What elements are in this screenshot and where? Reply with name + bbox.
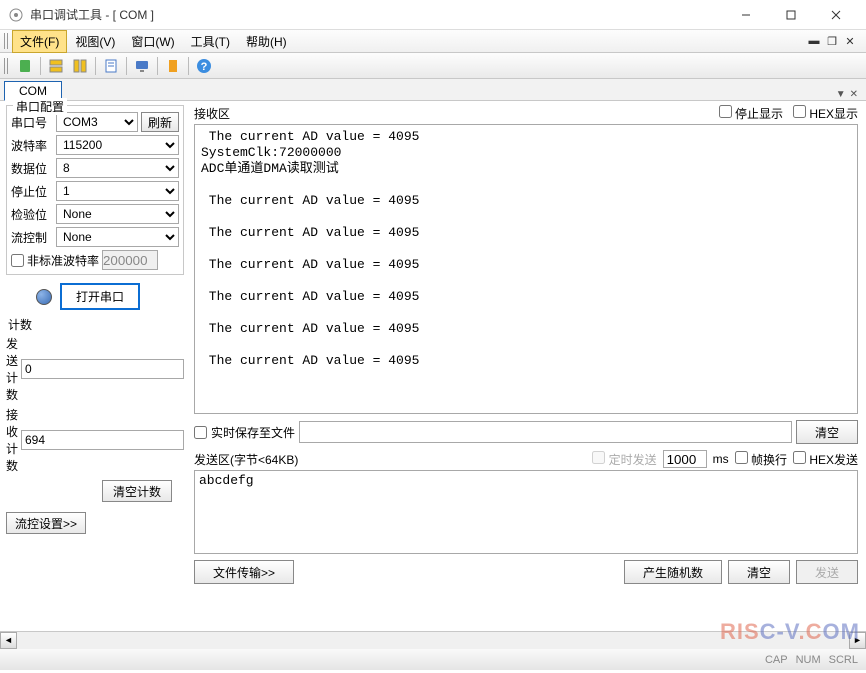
parity-select[interactable]: None <box>56 204 179 224</box>
tab-close-icon[interactable]: ✕ <box>850 89 858 100</box>
clear-recv-button[interactable]: 清空 <box>796 420 858 444</box>
watermark: RISC-V.COM <box>720 619 860 645</box>
serial-config-group: 串口配置 串口号 COM3 刷新 波特率 115200 数据位 8 停止位 1 … <box>6 105 184 275</box>
tab-dropdown-icon[interactable]: ▼ <box>836 89 846 100</box>
stopbits-label: 停止位 <box>11 183 53 200</box>
hex-send-checkbox[interactable] <box>793 451 806 464</box>
pause-display-checkbox[interactable] <box>719 105 732 118</box>
nonstd-baud-label: 非标准波特率 <box>27 252 99 269</box>
config-title: 串口配置 <box>13 98 67 115</box>
mdi-restore-button[interactable]: ❐ <box>824 34 840 48</box>
refresh-button[interactable]: 刷新 <box>141 112 179 132</box>
stopbits-select[interactable]: 1 <box>56 181 179 201</box>
timed-send-checkbox <box>592 451 605 464</box>
menu-view[interactable]: 视图(V) <box>67 30 123 53</box>
count-title: 计数 <box>8 316 184 333</box>
app-icon <box>8 7 24 23</box>
status-cap: CAP <box>765 654 788 666</box>
pause-display-label: 停止显示 <box>735 107 783 121</box>
send-textarea[interactable] <box>194 470 858 554</box>
status-num: NUM <box>796 654 821 666</box>
menubar-grip <box>4 33 10 49</box>
toolbar-monitor-icon[interactable] <box>131 55 153 77</box>
databits-select[interactable]: 8 <box>56 158 179 178</box>
hex-send-label: HEX发送 <box>809 453 858 467</box>
right-panel: 接收区 停止显示 HEX显示 The current AD value = 40… <box>190 101 866 631</box>
clear-count-button[interactable]: 清空计数 <box>102 480 172 502</box>
menu-window[interactable]: 窗口(W) <box>123 30 182 53</box>
open-port-button[interactable]: 打开串口 <box>60 283 140 310</box>
toolbar-doc-icon[interactable] <box>100 55 122 77</box>
title-bar: 串口调试工具 - [ COM ] <box>0 0 866 30</box>
port-label: 串口号 <box>11 114 53 131</box>
document-tab-row: COM ▼ ✕ <box>0 79 866 101</box>
mdi-close-button[interactable]: ✕ <box>842 34 858 48</box>
toolbar: ? <box>0 53 866 79</box>
menu-bar: 文件(F) 视图(V) 窗口(W) 工具(T) 帮助(H) ▬ ❐ ✕ <box>0 30 866 53</box>
toolbar-new-icon[interactable] <box>14 55 36 77</box>
interval-input[interactable] <box>663 450 707 468</box>
baud-label: 波特率 <box>11 137 53 154</box>
clear-send-button[interactable]: 清空 <box>728 560 790 584</box>
toolbar-grip <box>4 58 10 74</box>
send-count-label: 发送计数 <box>6 335 21 403</box>
recv-title: 接收区 <box>194 105 230 122</box>
minimize-button[interactable] <box>723 1 768 29</box>
menu-file[interactable]: 文件(F) <box>12 30 67 53</box>
timed-send-label: 定时发送 <box>609 453 657 467</box>
parity-label: 检验位 <box>11 206 53 223</box>
baud-select[interactable]: 115200 <box>56 135 179 155</box>
frame-wrap-label: 帧换行 <box>751 453 787 467</box>
send-button[interactable]: 发送 <box>796 560 858 584</box>
left-panel: 串口配置 串口号 COM3 刷新 波特率 115200 数据位 8 停止位 1 … <box>0 101 190 631</box>
hex-display-label: HEX显示 <box>809 107 858 121</box>
menu-help[interactable]: 帮助(H) <box>238 30 295 53</box>
ms-label: ms <box>713 452 729 466</box>
send-count-input[interactable] <box>21 359 184 379</box>
svg-text:?: ? <box>201 61 208 73</box>
mdi-minimize-button[interactable]: ▬ <box>806 34 822 48</box>
file-transfer-button[interactable]: 文件传输>> <box>194 560 294 584</box>
status-scrl: SCRL <box>829 654 858 666</box>
toolbar-tile-h-icon[interactable] <box>45 55 67 77</box>
maximize-button[interactable] <box>768 1 813 29</box>
menu-tools[interactable]: 工具(T) <box>183 30 238 53</box>
toolbar-help-icon[interactable]: ? <box>193 55 215 77</box>
close-button[interactable] <box>813 1 858 29</box>
flow-settings-button[interactable]: 流控设置>> <box>6 512 86 534</box>
save-to-file-label: 实时保存至文件 <box>211 424 295 441</box>
flowctrl-select[interactable]: None <box>56 227 179 247</box>
status-led-icon <box>36 289 52 305</box>
nonstd-baud-checkbox[interactable] <box>11 254 24 267</box>
flowctrl-label: 流控制 <box>11 229 53 246</box>
random-button[interactable]: 产生随机数 <box>624 560 722 584</box>
recv-count-label: 接收计数 <box>6 406 21 474</box>
save-path-input[interactable] <box>299 421 792 443</box>
send-title: 发送区(字节<64KB) <box>194 451 298 468</box>
toolbar-settings-icon[interactable] <box>162 55 184 77</box>
databits-label: 数据位 <box>11 160 53 177</box>
recv-count-input[interactable] <box>21 430 184 450</box>
port-select[interactable]: COM3 <box>56 112 138 132</box>
receive-textarea[interactable]: The current AD value = 4095 SystemClk:72… <box>194 124 858 414</box>
toolbar-tile-v-icon[interactable] <box>69 55 91 77</box>
status-bar: CAP NUM SCRL <box>0 648 866 670</box>
scroll-left-icon[interactable]: ◄ <box>0 632 17 649</box>
nonstd-baud-input <box>102 250 158 270</box>
frame-wrap-checkbox[interactable] <box>735 451 748 464</box>
window-title: 串口调试工具 - [ COM ] <box>30 6 723 23</box>
hex-display-checkbox[interactable] <box>793 105 806 118</box>
save-to-file-checkbox[interactable] <box>194 426 207 439</box>
